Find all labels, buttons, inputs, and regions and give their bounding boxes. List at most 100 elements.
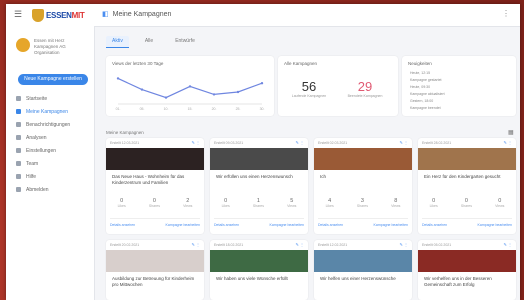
- data-point: [116, 77, 120, 80]
- campaign-title: Wir helfen uns einer Herzenswünsche: [320, 276, 396, 281]
- edit-link[interactable]: Kampagne bearbeiten: [166, 223, 200, 227]
- sidebar-item[interactable]: Startseite: [16, 92, 92, 105]
- campaign-image: [314, 250, 412, 272]
- kpi: 0 Likes: [118, 198, 126, 208]
- campaign-actions-icon[interactable]: ✎ ⋮: [400, 140, 408, 145]
- sidebar-item[interactable]: Benachrichtigungen: [16, 118, 92, 131]
- news-item: Heute, 12:15: [410, 71, 431, 75]
- campaign-image: [210, 148, 308, 170]
- details-link[interactable]: Details ansehen: [110, 223, 135, 227]
- sidebar-item-label: Einstellungen: [26, 147, 57, 154]
- campaign-actions-icon[interactable]: ✎ ⋮: [192, 242, 200, 247]
- kpi: 0 Likes: [222, 198, 230, 208]
- kpi: 0 Likes: [430, 198, 438, 208]
- x-tick-label: 01.: [116, 107, 121, 111]
- nav-icon: [16, 148, 21, 153]
- kpi-label: Shares: [252, 204, 264, 208]
- campaign-image: [314, 148, 412, 170]
- series-line: [117, 77, 263, 99]
- campaign-card[interactable]: Erstellt 05.02.2021 ✎ ⋮ Wir verhelfen uns …: [418, 240, 516, 300]
- campaign-card[interactable]: Erstellt 20.02.2021 ✎ ⋮ Ausbildung zur Bet…: [106, 240, 204, 300]
- campaign-actions-icon[interactable]: ✎ ⋮: [504, 242, 512, 247]
- edit-link[interactable]: Kampagne bearbeiten: [374, 223, 408, 227]
- sidebar-item[interactable]: Analysen: [16, 131, 92, 144]
- kpi: 8 Views: [391, 198, 400, 208]
- menu-icon[interactable]: ☰: [14, 10, 22, 19]
- page-title: ◧ Meine Kampagnen: [102, 10, 171, 19]
- campaigns-label: Meine Kampagnen: [106, 130, 144, 135]
- data-point: [236, 90, 240, 94]
- sidebar-item[interactable]: Abmelden: [16, 183, 92, 196]
- kpi-label: Likes: [429, 204, 438, 208]
- sidebar-item[interactable]: Einstellungen: [16, 144, 92, 157]
- campaign-date: Erstellt 18.02.2021: [214, 243, 244, 247]
- x-tick-label: 15.: [188, 107, 193, 111]
- views-chart: 01. 05. 10. 15. 20. 25. 30.: [116, 77, 265, 111]
- more-icon[interactable]: ⋮: [502, 9, 510, 18]
- campaign-actions-icon[interactable]: ✎ ⋮: [400, 242, 408, 247]
- edit-link[interactable]: Kampagne bearbeiten: [478, 223, 512, 227]
- sidebar-item[interactable]: Team: [16, 157, 92, 170]
- kpi-label: Views: [183, 204, 193, 208]
- campaign-actions-icon[interactable]: ✎ ⋮: [296, 140, 304, 145]
- campaign-card[interactable]: Erstellt 28.02.2021 ✎ ⋮ Ein Herz für den K…: [418, 138, 516, 234]
- edit-link[interactable]: Kampagne bearbeiten: [270, 223, 304, 227]
- sidebar-item[interactable]: Meine Kampagnen: [16, 105, 92, 118]
- kpi: 2 Views: [183, 198, 192, 208]
- sidebar-item-label: Benachrichtigungen: [26, 121, 71, 128]
- logo[interactable]: ESSENMIT: [32, 7, 85, 23]
- sidebar-item[interactable]: Hilfe: [16, 170, 92, 183]
- details-link[interactable]: Details ansehen: [318, 223, 343, 227]
- campaign-image: [106, 250, 204, 272]
- data-point: [212, 93, 216, 96]
- campaign-title: Ein Herz für den Kindergarten gesucht: [424, 174, 501, 179]
- campaign-kpis: 4 Likes 3 Shares 8 Views: [314, 198, 412, 208]
- sidebar-nav: Startseite Meine Kampagnen Benachrichtigun…: [16, 92, 92, 196]
- data-point: [188, 85, 192, 88]
- app-window: ☰ ESSENMIT ◧ Meine Kampagnen ⋮ Essen mit…: [6, 4, 520, 300]
- tab[interactable]: Aktiv: [106, 36, 129, 48]
- details-link[interactable]: Details ansehen: [214, 223, 239, 227]
- campaign-title: Wir verhelfen uns in der Besseren Gemein…: [424, 276, 492, 287]
- grid-view-icon[interactable]: ▦: [508, 129, 514, 136]
- data-point: [260, 82, 264, 85]
- kpi-label: Likes: [117, 204, 126, 208]
- org-sub: Organisation: [34, 50, 60, 55]
- kpi-label: Shares: [356, 204, 368, 208]
- campaign-title: Ich: [320, 174, 327, 179]
- kpi: 1 Shares: [253, 198, 264, 208]
- sidebar-item-label: Meine Kampagnen: [26, 108, 68, 115]
- campaign-card[interactable]: Erstellt 12.03.2021 ✎ ⋮ Das Neue Haus - Wo…: [106, 138, 204, 234]
- kpi: 0 Views: [495, 198, 504, 208]
- stat-running-value: 56: [301, 79, 317, 94]
- campaign-date: Erstellt 12.02.2021: [318, 243, 348, 247]
- nav-icon: [16, 135, 21, 140]
- x-tick-label: 20.: [212, 107, 217, 111]
- campaign-card[interactable]: Erstellt 09.03.2021 ✎ ⋮ Wir erfüllen uns e…: [210, 138, 308, 234]
- tab[interactable]: Entwürfe: [169, 36, 201, 47]
- campaign-image: [106, 148, 204, 170]
- kpi-label: Shares: [148, 204, 160, 208]
- tab[interactable]: Alle: [139, 36, 159, 47]
- campaign-date: Erstellt 28.02.2021: [422, 141, 452, 145]
- news-item: Kampagne gestartet: [410, 78, 442, 82]
- nav-icon: [16, 122, 21, 127]
- x-tick-label: 30.: [260, 107, 265, 111]
- sidebar-item-label: Analysen: [26, 134, 47, 141]
- campaign-image: [418, 148, 516, 170]
- org-profile[interactable]: Essen mit Herz Kampagnen AG Organisation: [16, 38, 88, 56]
- kpi-label: Views: [391, 204, 401, 208]
- details-link[interactable]: Details ansehen: [422, 223, 447, 227]
- campaign-card[interactable]: Erstellt 02.03.2021 ✎ ⋮ Ich 4 Likes 3 Shares 8 V…: [314, 138, 412, 234]
- campaign-card[interactable]: Erstellt 12.02.2021 ✎ ⋮ Wir helfen uns ein…: [314, 240, 412, 300]
- campaign-card[interactable]: Erstellt 18.02.2021 ✎ ⋮ Wir haben uns viel…: [210, 240, 308, 300]
- campaign-actions-icon[interactable]: ✎ ⋮: [504, 140, 512, 145]
- campaign-actions-icon[interactable]: ✎ ⋮: [192, 140, 200, 145]
- campaign-kpis: 0 Likes 1 Shares 5 Views: [210, 198, 308, 208]
- new-campaign-button[interactable]: Neue Kampagne erstellen: [18, 74, 88, 85]
- x-tick-label: 10.: [164, 107, 169, 111]
- campaign-footer: Details ansehen Kampagne bearbeiten: [318, 218, 408, 227]
- campaign-actions-icon[interactable]: ✎ ⋮: [296, 242, 304, 247]
- kpi: 3 Shares: [357, 198, 368, 208]
- news-item: Gestern, 18:00: [410, 99, 434, 103]
